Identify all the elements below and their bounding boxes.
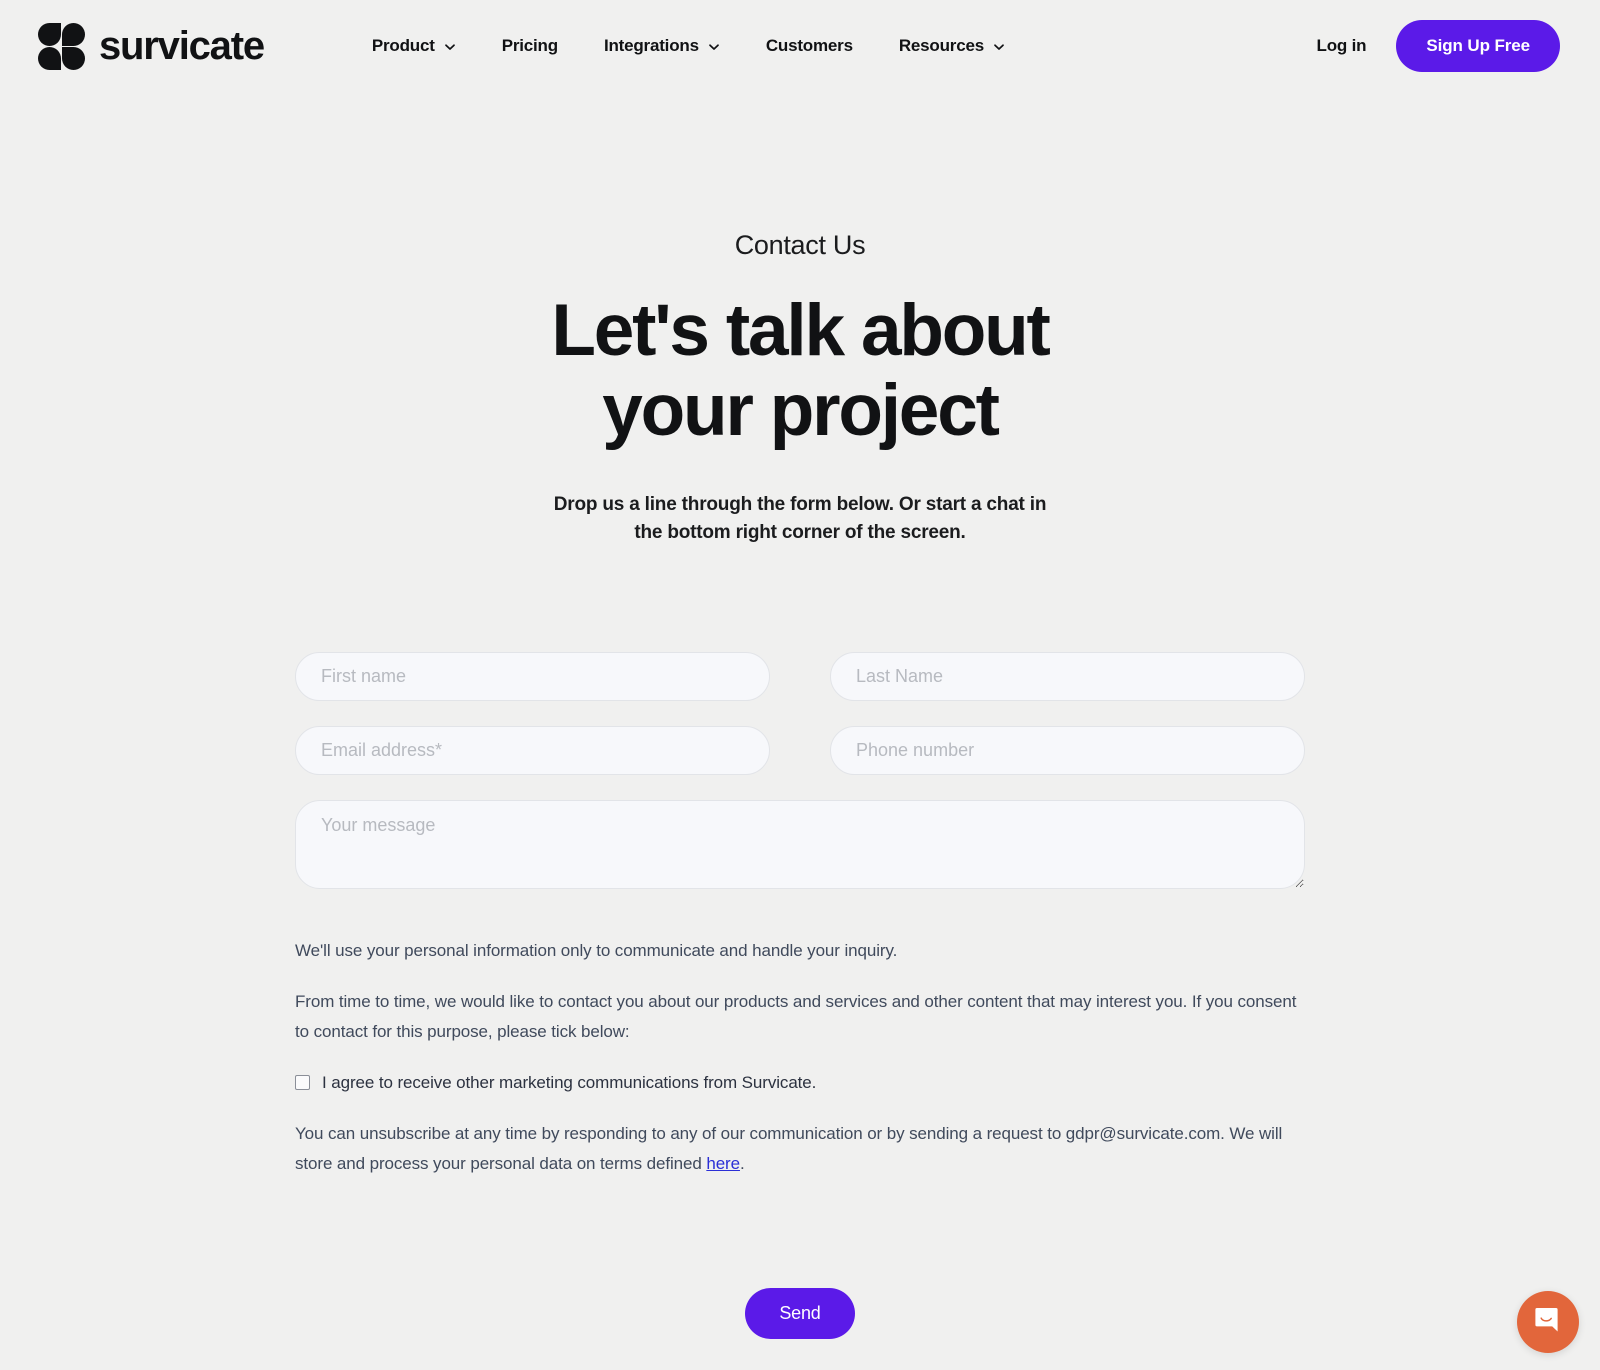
field-phone [830,725,1305,775]
chevron-down-icon [444,41,456,53]
logo-petal-1 [38,22,61,46]
login-link[interactable]: Log in [1317,36,1367,56]
marketing-consent-row: I agree to receive other marketing commu… [295,1069,1305,1096]
nav-item-label: Resources [898,36,984,55]
field-email [295,725,770,775]
form-row-name [295,651,1305,701]
logo-home-link[interactable]: survicate [38,22,265,70]
nav-item-label: Product [371,36,435,55]
page-subtitle-line-1: Drop us a line through the form below. O… [553,493,1047,515]
header-actions: Log in Sign Up Free [1317,20,1560,72]
primary-navigation: Product Pricing Integrations Customers R… [372,36,1005,56]
field-last-name [830,651,1305,701]
nav-item-label: Customers [765,36,853,55]
submit-row: Send [295,1201,1305,1339]
marketing-consent-paragraph: From time to time, we would like to cont… [295,992,1297,1042]
nav-item-label: Integrations [603,36,699,55]
legal-consent-block: We'll use your personal information only… [295,889,1305,1179]
nav-item-integrations[interactable]: Integrations [604,36,720,56]
message-textarea[interactable] [295,799,1305,889]
chevron-down-icon [993,41,1005,53]
chat-launcher-button[interactable] [1517,1291,1579,1353]
logo-petal-3 [38,46,61,70]
unsubscribe-text: You can unsubscribe at any time by respo… [295,1124,1283,1173]
form-row-contact [295,725,1305,775]
nav-item-customers[interactable]: Customers [766,36,853,56]
field-first-name [295,651,770,701]
site-header: survicate Product Pricing Integrations C… [0,0,1600,92]
survicate-petals-logo-icon [38,22,85,70]
logo-petal-2 [62,22,85,46]
page-subtitle: Drop us a line through the form below. O… [0,491,1600,548]
phone-input[interactable] [830,725,1305,775]
page-title: Let's talk about your project [0,290,1600,452]
unsubscribe-text-tail: . [739,1153,745,1173]
nav-item-pricing[interactable]: Pricing [502,36,558,56]
chevron-down-icon [708,41,720,53]
sign-up-free-button[interactable]: Sign Up Free [1396,20,1560,72]
hero-section: Contact Us Let's talk about your project… [0,230,1600,548]
marketing-consent-label[interactable]: I agree to receive other marketing commu… [322,1069,816,1096]
page-title-line-1: Let's talk about [551,290,1050,371]
page-subtitle-line-2: the bottom right corner of the screen. [634,522,966,544]
unsubscribe-paragraph: You can unsubscribe at any time by respo… [295,1119,1305,1179]
last-name-input[interactable] [830,651,1305,701]
nav-item-label: Pricing [501,36,558,55]
privacy-notice-paragraph: We'll use your personal information only… [295,940,898,960]
page-title-line-2: your project [602,370,1000,452]
marketing-consent-checkbox[interactable] [295,1074,310,1090]
logo-wordmark: survicate [99,24,265,68]
send-button[interactable]: Send [745,1287,855,1339]
chat-bubble-icon [1533,1305,1563,1340]
nav-item-resources[interactable]: Resources [899,36,1005,56]
nav-item-product[interactable]: Product [372,36,456,56]
contact-form: We'll use your personal information only… [295,548,1305,1339]
first-name-input[interactable] [295,651,770,701]
field-message [295,799,1305,889]
terms-here-link[interactable]: here [706,1154,740,1173]
page-eyebrow: Contact Us [734,230,866,260]
email-input[interactable] [295,725,770,775]
logo-petal-4 [62,46,85,70]
